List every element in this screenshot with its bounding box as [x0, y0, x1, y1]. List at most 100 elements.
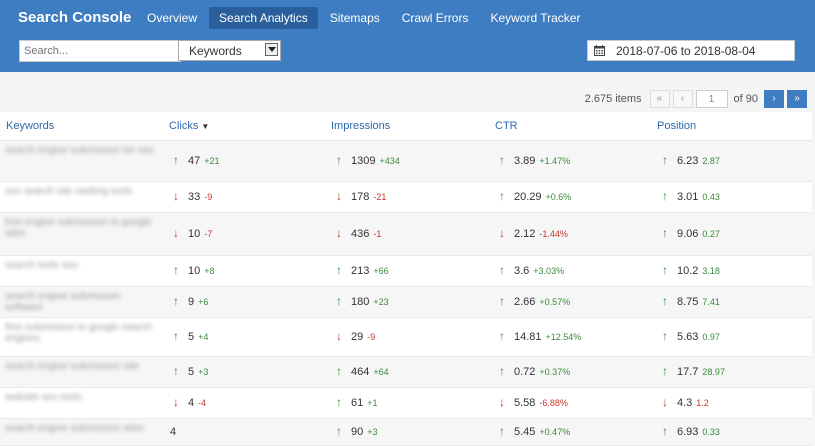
ctr-delta: +12.54% — [545, 332, 582, 342]
first-page-button[interactable]: « — [649, 90, 670, 108]
ctr-value: 0.72 — [514, 366, 536, 378]
impressions-delta: -9 — [367, 332, 376, 342]
table-row[interactable]: search engine submission site ↑ 5 +3 ↑ 464 +64… — [0, 357, 812, 388]
clicks-cell: ↓ 33 -9 — [173, 189, 212, 203]
position-value: 8.75 — [677, 296, 699, 308]
impressions-cell: ↓ 178 -21 — [336, 189, 386, 203]
column-header-clicks-label: Clicks — [169, 120, 199, 132]
impressions-delta: +23 — [373, 297, 389, 307]
impressions-cell: ↑ 464 +64 — [336, 364, 389, 378]
chevron-down-icon[interactable] — [265, 43, 278, 56]
last-page-button[interactable]: » — [787, 90, 807, 108]
sort-desc-icon: ▼ — [201, 122, 210, 131]
arrow-up-icon: ↑ — [662, 329, 668, 343]
clicks-delta: -4 — [198, 398, 207, 408]
impressions-value: 180 — [351, 296, 370, 308]
ctr-value: 2.12 — [514, 228, 536, 240]
position-delta: 0.97 — [702, 332, 720, 342]
impressions-value: 90 — [351, 426, 364, 438]
position-cell: ↑ 17.7 28.97 — [662, 364, 725, 378]
arrow-up-icon: ↑ — [662, 226, 668, 240]
keyword-cell[interactable]: search tools seo — [5, 260, 155, 271]
keyword-cell[interactable]: free submission to google search engines — [5, 322, 155, 344]
dimension-select[interactable]: Keywords — [178, 40, 281, 61]
clicks-value: 4 — [170, 426, 177, 438]
position-value: 6.93 — [677, 426, 699, 438]
prev-page-button[interactable]: ‹ — [672, 90, 693, 108]
arrow-up-icon: ↑ — [499, 294, 505, 308]
impressions-value: 61 — [351, 397, 364, 409]
position-value: 17.7 — [677, 366, 699, 378]
table-row[interactable]: search engine submission for seo ↑ 47 +21 ↑ 1… — [0, 141, 812, 182]
arrow-up-icon: ↑ — [662, 294, 668, 308]
position-delta: 2.87 — [702, 156, 720, 166]
arrow-up-icon: ↑ — [336, 153, 342, 167]
keyword-cell[interactable]: search engine submission software — [5, 291, 155, 313]
position-value: 3.01 — [677, 191, 699, 203]
impressions-cell: ↓ 436 -1 — [336, 226, 381, 240]
clicks-cell: ↓ 4 -4 — [173, 395, 206, 409]
arrow-down-icon: ↓ — [336, 329, 342, 343]
impressions-value: 436 — [351, 228, 370, 240]
table-row[interactable]: search tools seo ↑ 10 +8 ↑ 213 +66 ↑ 3.6 +3.03% ↑ 1… — [0, 256, 812, 287]
column-header-keywords[interactable]: Keywords — [6, 120, 54, 132]
position-cell: ↑ 10.2 3.18 — [662, 263, 720, 277]
keyword-cell[interactable]: website seo tools — [5, 392, 155, 403]
keyword-cell[interactable]: free engine submission to google sites — [5, 217, 155, 239]
nav-overview[interactable]: Overview — [137, 7, 207, 29]
position-value: 10.2 — [677, 265, 699, 277]
column-header-impressions[interactable]: Impressions — [331, 120, 390, 132]
keyword-cell[interactable]: search engine submission sites — [5, 423, 155, 434]
ctr-delta: -6.88% — [539, 398, 568, 408]
impressions-delta: +1 — [367, 398, 378, 408]
keyword-cell[interactable]: seo search site ranking tools — [5, 186, 155, 197]
impressions-cell: ↓ 29 -9 — [336, 329, 375, 343]
arrow-up-icon: ↑ — [336, 424, 342, 438]
ctr-cell: ↓ 5.58 -6.88% — [499, 395, 568, 409]
ctr-delta: +0.6% — [545, 192, 572, 202]
clicks-cell: 4 — [170, 424, 180, 438]
column-header-ctr[interactable]: CTR — [495, 120, 518, 132]
impressions-delta: +66 — [373, 266, 389, 276]
ctr-delta: +0.47% — [539, 427, 571, 437]
position-cell: ↑ 6.23 2.87 — [662, 153, 720, 167]
arrow-down-icon: ↓ — [173, 189, 179, 203]
keyword-cell[interactable]: search engine submission site — [5, 361, 155, 372]
ctr-value: 20.29 — [514, 191, 542, 203]
ctr-value: 5.45 — [514, 426, 536, 438]
arrow-down-icon: ↓ — [499, 395, 505, 409]
position-delta: 0.33 — [702, 427, 720, 437]
nav-sitemaps[interactable]: Sitemaps — [320, 7, 390, 29]
table-row[interactable]: search engine submission sites 4 ↑ 90 +3 ↑ 5.4… — [0, 419, 812, 446]
arrow-up-icon: ↑ — [662, 263, 668, 277]
position-value: 6.23 — [677, 155, 699, 167]
table-row[interactable]: website seo tools ↓ 4 -4 ↑ 61 +1 ↓ 5.58 -6.88% ↓ 4.… — [0, 388, 812, 419]
search-input[interactable] — [19, 40, 181, 62]
nav-crawl-errors[interactable]: Crawl Errors — [392, 7, 479, 29]
table-row[interactable]: seo search site ranking tools ↓ 33 -9 ↓ 178 -2… — [0, 182, 812, 213]
page-number-input[interactable] — [695, 90, 728, 108]
table-row[interactable]: free submission to google search engines… — [0, 318, 812, 357]
impressions-cell: ↑ 213 +66 — [336, 263, 389, 277]
table-row[interactable]: search engine submission software ↑ 9 +6 ↑ 18… — [0, 287, 812, 318]
clicks-value: 5 — [188, 331, 195, 343]
nav-search-analytics[interactable]: Search Analytics — [209, 7, 318, 29]
calendar-icon — [594, 45, 605, 56]
arrow-up-icon: ↑ — [662, 153, 668, 167]
date-range-picker[interactable]: 2018-07-06 to 2018-08-04 — [587, 40, 795, 61]
column-header-clicks[interactable]: Clicks ▼ — [169, 120, 209, 132]
impressions-delta: +3 — [367, 427, 378, 437]
arrow-up-icon: ↑ — [173, 263, 179, 277]
keyword-cell[interactable]: search engine submission for seo — [5, 145, 155, 156]
table-row[interactable]: free engine submission to google sites ↓ 1… — [0, 213, 812, 256]
arrow-down-icon: ↓ — [499, 226, 505, 240]
column-header-position[interactable]: Position — [657, 120, 696, 132]
dimension-select-value: Keywords — [189, 44, 242, 58]
main-nav: Overview Search Analytics Sitemaps Crawl… — [137, 7, 592, 29]
nav-keyword-tracker[interactable]: Keyword Tracker — [480, 7, 590, 29]
arrow-up-icon: ↑ — [173, 364, 179, 378]
clicks-cell: ↑ 10 +8 — [173, 263, 215, 277]
next-page-button[interactable]: › — [764, 90, 784, 108]
impressions-cell: ↑ 1309 +434 — [336, 153, 400, 167]
table-header: Keywords Clicks ▼ Impressions CTR Positi… — [0, 112, 812, 141]
